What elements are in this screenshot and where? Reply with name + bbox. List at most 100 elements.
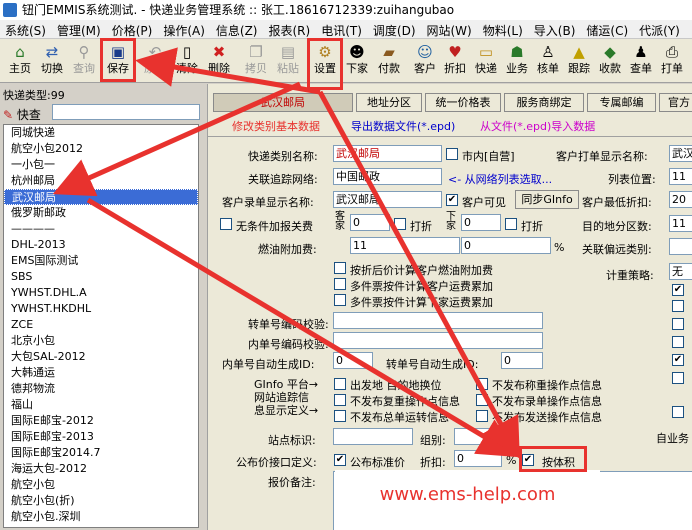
no-reweigh-checkbox[interactable] [334,394,346,406]
list-item[interactable]: ———— [4,221,198,237]
list-item[interactable]: 海运大包-2012 [4,461,198,477]
menu-import[interactable]: 导入(B) [529,20,582,38]
tab-official[interactable]: 官方 [659,93,692,112]
next-party-fee-input[interactable]: 0 [461,214,501,231]
list-item[interactable]: 北京小包 [4,333,198,349]
express-type-list[interactable]: 同城快递 航空小包2012 一小包一 杭州邮局 武汉邮局 俄罗斯邮政 ———— DHL-201… [3,124,199,528]
menu-operate[interactable]: 操作(A) [158,20,211,38]
guest-fee-input[interactable]: 0 [350,214,390,231]
tab-provider-binding[interactable]: 服务商绑定 [504,93,584,112]
swap-origin-dest-checkbox[interactable] [334,378,346,390]
list-item[interactable]: 德邦物流 [4,381,198,397]
list-item[interactable]: 杭州邮局 [4,173,198,189]
menu-website[interactable]: 网站(W) [422,20,478,38]
right-option-6-checkbox[interactable] [672,372,684,384]
tab-unified-price[interactable]: 统一价格表 [425,93,501,112]
no-master-checkbox[interactable] [334,410,346,422]
guest-discount-checkbox[interactable] [394,218,406,230]
menu-material[interactable]: 物料(L) [478,20,529,38]
list-position-input[interactable]: 11 [669,168,692,185]
right-option-3-checkbox[interactable] [672,318,684,330]
no-cond-customs-checkbox[interactable] [220,218,232,230]
list-item[interactable]: 福山 [4,397,198,413]
verify-button[interactable]: ♙ 核单 [532,41,564,81]
published-discount-input[interactable]: 0 [454,450,502,467]
express-button[interactable]: ▭ 快递 [470,41,502,81]
pay-button[interactable]: ▰ 付款 [373,41,405,81]
export-data-link[interactable]: 导出数据文件(*.epd) [351,118,455,134]
right-option-2-checkbox[interactable] [672,300,684,312]
list-item[interactable]: YWHST.DHL.A [4,285,198,301]
print-button[interactable]: ⎙ 打单 [656,41,688,81]
tracking-network-input[interactable]: 中国邮政 [333,168,442,185]
list-item[interactable]: ZCE [4,317,198,333]
menu-dispatch[interactable]: 调度(D) [368,20,422,38]
local-checkbox[interactable] [446,148,458,160]
list-item[interactable]: YWHST.HKDHL [4,301,198,317]
right-option-7-checkbox[interactable] [672,406,684,418]
menu-info[interactable]: 信息(Z) [211,20,264,38]
fuel-after-discount-checkbox[interactable] [334,262,346,274]
list-item[interactable]: 俄罗斯邮政 [4,205,198,221]
menu-system[interactable]: 系统(S) [0,20,52,38]
list-item[interactable]: 武汉邮局 [4,189,198,205]
client-button[interactable]: ☺ 客户 [409,41,441,81]
inner-no-check-input[interactable] [333,332,543,349]
transfer-no-auto-input[interactable]: 0 [501,352,543,369]
menu-storage[interactable]: 储运(C) [581,20,634,38]
menu-agent[interactable]: 代派(Y) [634,20,686,38]
no-weigh-checkbox[interactable] [476,378,488,390]
delete-button[interactable]: ✖ 删除 [203,41,235,81]
client-print-name-input[interactable]: 武汉 [669,145,692,162]
inner-no-auto-input[interactable]: 0 [333,352,373,369]
select-network-link[interactable]: <- 从网络列表选取... [448,171,552,187]
menu-manage[interactable]: 管理(M) [52,20,107,38]
list-item[interactable]: DHL-2013 [4,237,198,253]
fuel-surcharge-next-input[interactable]: 0 [461,237,551,254]
sync-ginfo-button[interactable]: 同步GInfo [515,190,579,209]
menu-report[interactable]: 报表(R) [263,20,316,38]
right-option-5-checkbox[interactable]: ✔ [672,354,684,366]
client-entry-name-input[interactable]: 武汉邮局 [333,191,442,208]
no-send-checkbox[interactable] [476,410,488,422]
list-item[interactable]: 大包SAL-2012 [4,349,198,365]
import-data-link[interactable]: 从文件(*.epd)导入数据 [480,118,595,134]
menu-telecom[interactable]: 电讯(T) [316,20,368,38]
next-party-button[interactable]: ☻ 下家 [341,41,373,81]
list-item[interactable]: 同城快递 [4,125,198,141]
prev-value-button[interactable]: ↶ 原值 [139,41,171,81]
client-per-piece-checkbox[interactable] [334,278,346,290]
remote-category-select[interactable] [669,238,692,255]
business-button[interactable]: ☗ 业务 [501,41,533,81]
next-discount-checkbox[interactable] [505,218,517,230]
published-std-checkbox[interactable]: ✔ [334,454,346,466]
min-discount-input[interactable]: 20 [669,191,692,208]
next-per-piece-checkbox[interactable] [334,294,346,306]
copy-button[interactable]: ❐ 拷贝 [240,41,272,81]
home-button[interactable]: ⌂ 主页 [4,41,36,81]
list-item[interactable]: 航空小包 [4,477,198,493]
transfer-no-check-input[interactable] [333,312,543,329]
station-id-input[interactable] [333,428,413,445]
list-item[interactable]: 一小包一 [4,157,198,173]
edit-basic-data-link[interactable]: 修改类别基本数据 [232,118,320,134]
list-item[interactable]: 国际E邮宝2014.7 [4,445,198,461]
discount-button[interactable]: ♥ 折扣 [439,41,471,81]
menu-price[interactable]: 价格(P) [107,20,159,38]
paste-button[interactable]: ▤ 粘贴 [272,41,304,81]
check-bill-button[interactable]: ♟ 查单 [625,41,657,81]
right-option-4-checkbox[interactable] [672,336,684,348]
clear-button[interactable]: ▯ 清除 [171,41,203,81]
list-item[interactable]: 国际E邮宝-2013 [4,429,198,445]
collect-button[interactable]: ◆ 收款 [594,41,626,81]
tab-address-zone[interactable]: 地址分区 [356,93,422,112]
fuel-surcharge-client-input[interactable]: 11 [350,237,460,254]
type-name-input[interactable]: 武汉邮局 [333,145,442,162]
tab-dedicated-postcode[interactable]: 专属邮编 [587,93,656,112]
group-input[interactable] [454,428,502,445]
query-button[interactable]: ⚲ 查询 [68,41,100,81]
no-entry-checkbox[interactable] [476,394,488,406]
weight-policy-select[interactable]: 无 [669,263,692,280]
list-item[interactable]: 航空小包(折) [4,493,198,509]
quick-search-input[interactable] [52,104,200,120]
